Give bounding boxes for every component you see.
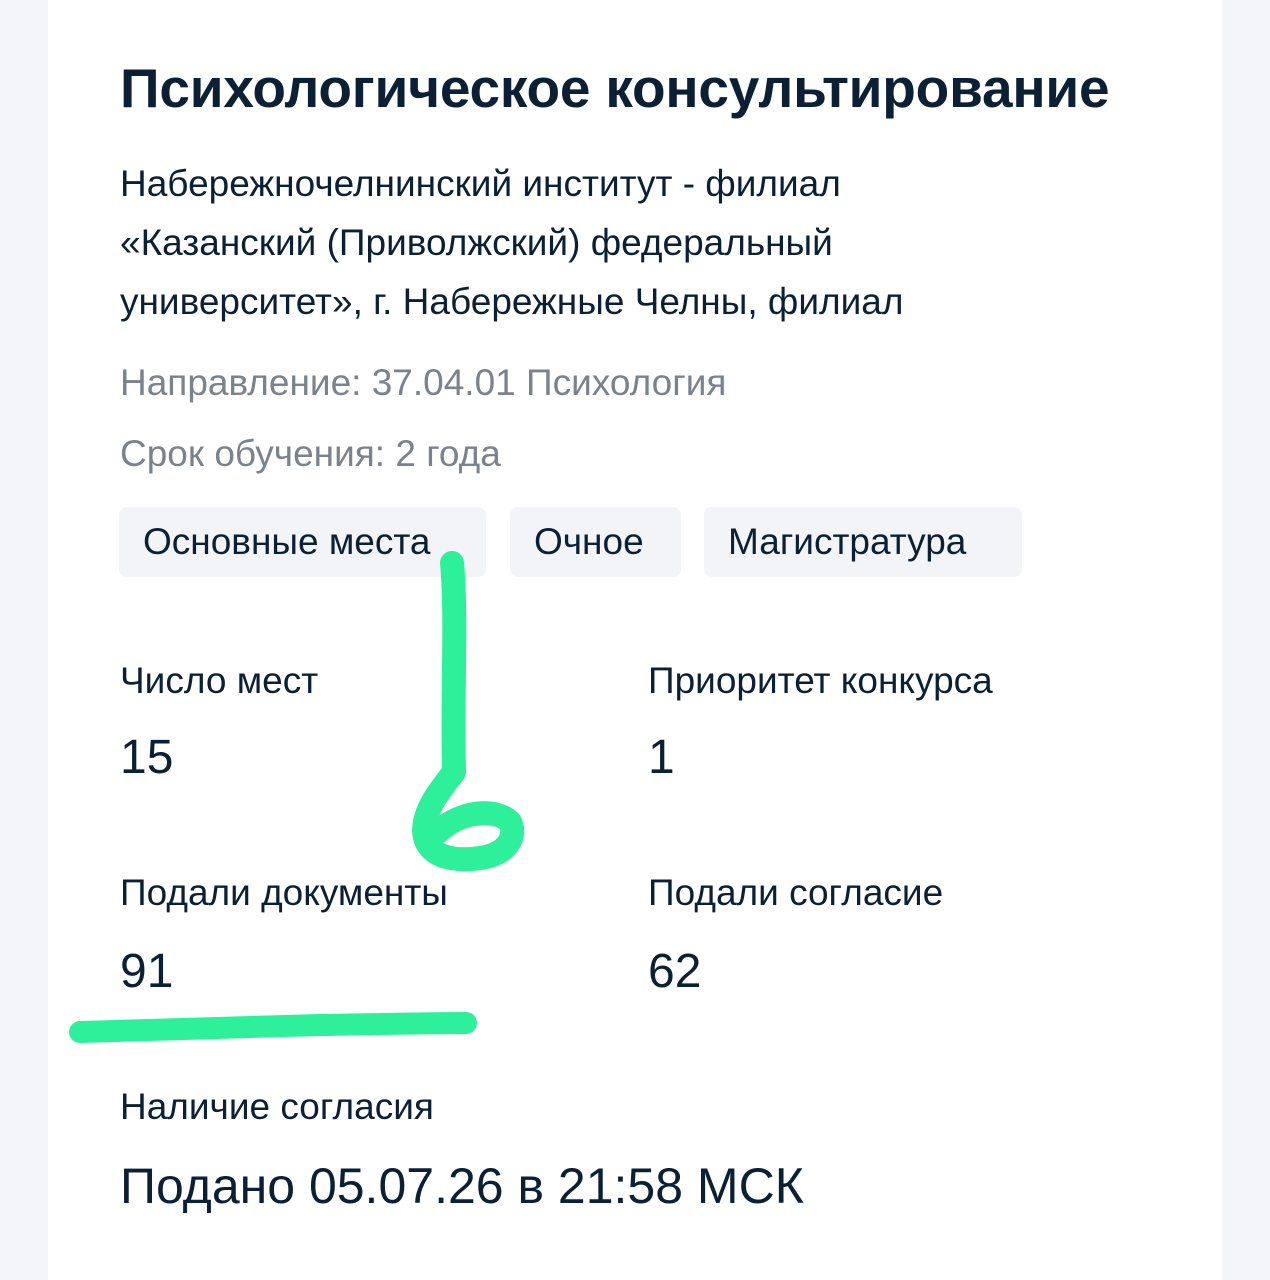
institution-line-1: Набережночелнинский институт - филиал: [120, 163, 841, 204]
institution-line-3: университет», г. Набережные Челны, филиа…: [120, 281, 904, 322]
institution-name: Набережночелнинский институт - филиал «К…: [120, 154, 1100, 331]
institution-line-2: «Казанский (Приволжский) федеральный: [120, 222, 833, 263]
direction-text: Направление: 37.04.01 Психология: [120, 362, 727, 403]
consents-value: 62: [648, 945, 702, 998]
priority-label: Приоритет конкурса: [648, 660, 993, 701]
program-title: Психологическое консультирование: [120, 57, 1110, 119]
documents-value: 91: [120, 945, 174, 998]
places-label: Число мест: [120, 660, 319, 701]
priority-value: 1: [648, 731, 675, 784]
tag-master-degree[interactable]: Магистратура: [704, 507, 1022, 577]
consent-status-label: Наличие согласия: [120, 1086, 434, 1127]
documents-label: Подали документы: [120, 872, 448, 913]
duration-text: Срок обучения: 2 года: [120, 433, 501, 474]
consents-label: Подали согласие: [648, 872, 944, 913]
places-value: 15: [120, 731, 174, 784]
tag-basic-places[interactable]: Основные места: [119, 507, 486, 577]
tag-full-time[interactable]: Очное: [510, 507, 681, 577]
consent-status-value: Подано 05.07.26 в 21:58 МСК: [120, 1158, 804, 1214]
